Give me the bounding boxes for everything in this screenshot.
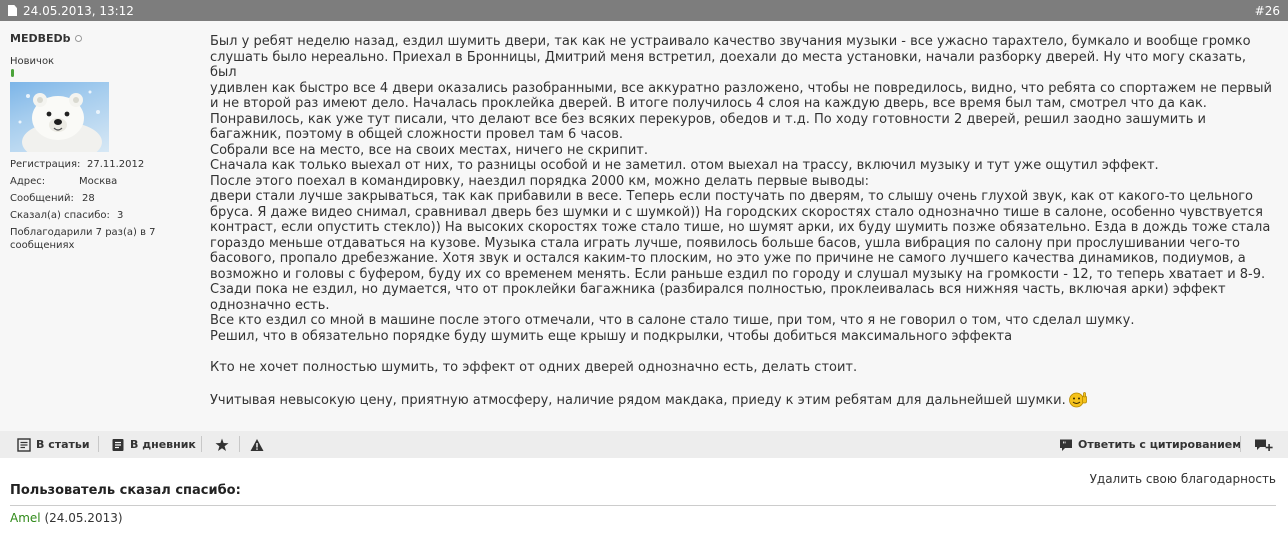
message-line: Собрали все на место, все на своих места… xyxy=(210,142,648,158)
toolbar-divider xyxy=(239,436,240,452)
to-diary-button[interactable]: В дневник xyxy=(111,436,196,453)
post-date: 24.05.2013, 13:12 xyxy=(23,3,134,18)
post-body: MEDBEDb Новичок Регистрация: 27.11.2012 … xyxy=(0,21,1288,431)
multi-quote-plus-icon xyxy=(1255,439,1273,451)
polar-bear-avatar-icon xyxy=(18,90,102,152)
thanks-user-entry: Amel (24.05.2013) xyxy=(10,511,123,525)
username-wrap: MEDBEDb xyxy=(10,32,82,45)
message-line: гораздо меньше отдаваться на кузове. Муз… xyxy=(210,235,1241,251)
to-diary-label: В дневник xyxy=(130,438,196,451)
said-thanks-label: Сказал(а) спасибо: xyxy=(10,210,110,221)
toolbar-divider xyxy=(201,436,202,452)
diary-icon xyxy=(112,438,124,451)
user-info-panel: MEDBEDb Новичок Регистрация: 27.11.2012 … xyxy=(0,21,200,431)
address-row: Адрес: Москва xyxy=(10,176,117,187)
thanks-user-date: (24.05.2013) xyxy=(44,511,123,525)
post-header: 24.05.2013, 13:12 #26 xyxy=(0,0,1288,21)
message-line xyxy=(210,375,1276,391)
message-line: двери стали лучше закрываться, так как п… xyxy=(210,189,1254,204)
message-line: однозначно есть. xyxy=(210,297,330,313)
quote-bubble-icon: " xyxy=(1060,439,1072,451)
warning-icon xyxy=(250,438,264,451)
message-line: контраст, если опустить стекло)) На высо… xyxy=(210,220,1271,235)
message-line: Кто не хочет полностью шумить, то эффект… xyxy=(210,359,858,375)
registration-row: Регистрация: 27.11.2012 xyxy=(10,159,144,170)
thanks-divider xyxy=(10,505,1276,506)
thanks-box: Удалить свою благодарность Пользователь … xyxy=(0,462,1288,549)
message-line: возможно и головы с буфером, буду их со … xyxy=(210,266,1266,282)
message-line: Сзади пока не ездил, но думается, что от… xyxy=(210,282,1226,297)
message-line: слушать было нереально. Приехал в Бронни… xyxy=(210,49,1246,81)
message-line: Был у ребят неделю назад, ездил шумить д… xyxy=(210,34,1251,49)
offline-status-icon xyxy=(74,35,82,42)
thanked-line-2: сообщениях xyxy=(10,240,75,251)
multi-quote-button[interactable] xyxy=(1254,436,1274,453)
message-line: Учитывая невысокую цену, приятную атмосф… xyxy=(210,391,1276,409)
message-line: и не второй раз имеют дело. Началась про… xyxy=(210,96,1207,111)
thanked-line-1: Поблагодарили 7 раз(а) в 7 xyxy=(10,227,156,238)
message-line: Все кто ездил со мной в машине после это… xyxy=(210,313,1135,328)
reputation-icon[interactable] xyxy=(11,69,14,77)
post-number-link[interactable]: #26 xyxy=(1255,4,1280,18)
report-star-button[interactable] xyxy=(215,436,234,453)
address-label: Адрес: xyxy=(10,176,46,187)
reply-with-quote-label: Ответить с цитированием xyxy=(1078,438,1242,451)
user-title: Новичок xyxy=(10,56,55,67)
post-document-icon xyxy=(8,5,17,16)
star-burst-icon xyxy=(215,438,229,451)
to-articles-label: В статьи xyxy=(36,438,90,451)
registration-label: Регистрация: xyxy=(10,159,81,170)
said-thanks-row: Сказал(а) спасибо: 3 xyxy=(10,210,123,221)
post-message: Был у ребят неделю назад, ездил шумить д… xyxy=(210,34,1276,408)
message-line: Сначала как только выехал от них, то раз… xyxy=(210,158,1159,173)
message-line: багажник, поэтому в общей сложности пров… xyxy=(210,127,623,142)
message-line: После этого поехал в командировку, наезд… xyxy=(210,173,869,189)
registration-value: 27.11.2012 xyxy=(87,159,145,170)
report-post-button[interactable] xyxy=(250,436,269,453)
post-date-wrap: 24.05.2013, 13:12 xyxy=(8,4,134,18)
message-line: бруса. Я даже видео снимал, сравнивал дв… xyxy=(210,204,1263,220)
posts-label: Сообщений: xyxy=(10,193,74,204)
message-line xyxy=(210,344,1276,360)
thanks-user-link[interactable]: Amel xyxy=(10,511,41,525)
message-line: басового, пропало дребезжание. Хотя звук… xyxy=(210,251,1246,266)
remove-thanks-link[interactable]: Удалить свою благодарность xyxy=(1090,472,1276,486)
said-thanks-value: 3 xyxy=(117,210,124,221)
message-line: Решил, что в обязательно порядке буду шу… xyxy=(210,328,1013,344)
thumbs-up-smiley-icon xyxy=(1068,391,1087,407)
article-icon xyxy=(17,437,31,452)
message-line: Понравилось, как уже тут писали, что дел… xyxy=(210,111,1207,127)
thanks-title: Пользователь сказал спасибо: xyxy=(10,483,241,498)
username-link[interactable]: MEDBEDb xyxy=(10,32,71,45)
message-line: удивлен как быстро все 4 двери оказались… xyxy=(210,80,1272,96)
reply-with-quote-button[interactable]: " Ответить с цитированием xyxy=(1059,436,1241,453)
toolbar-divider xyxy=(98,436,99,452)
svg-text:": " xyxy=(1063,440,1067,448)
posts-row: Сообщений: 28 xyxy=(10,193,95,204)
avatar[interactable] xyxy=(10,82,109,152)
address-value: Москва xyxy=(79,176,118,187)
post-footer-toolbar: В статьи В дневник " Ответить с цитирова… xyxy=(0,431,1288,458)
to-articles-button[interactable]: В статьи xyxy=(17,436,90,453)
posts-value: 28 xyxy=(82,193,95,204)
toolbar-divider xyxy=(1240,436,1241,452)
